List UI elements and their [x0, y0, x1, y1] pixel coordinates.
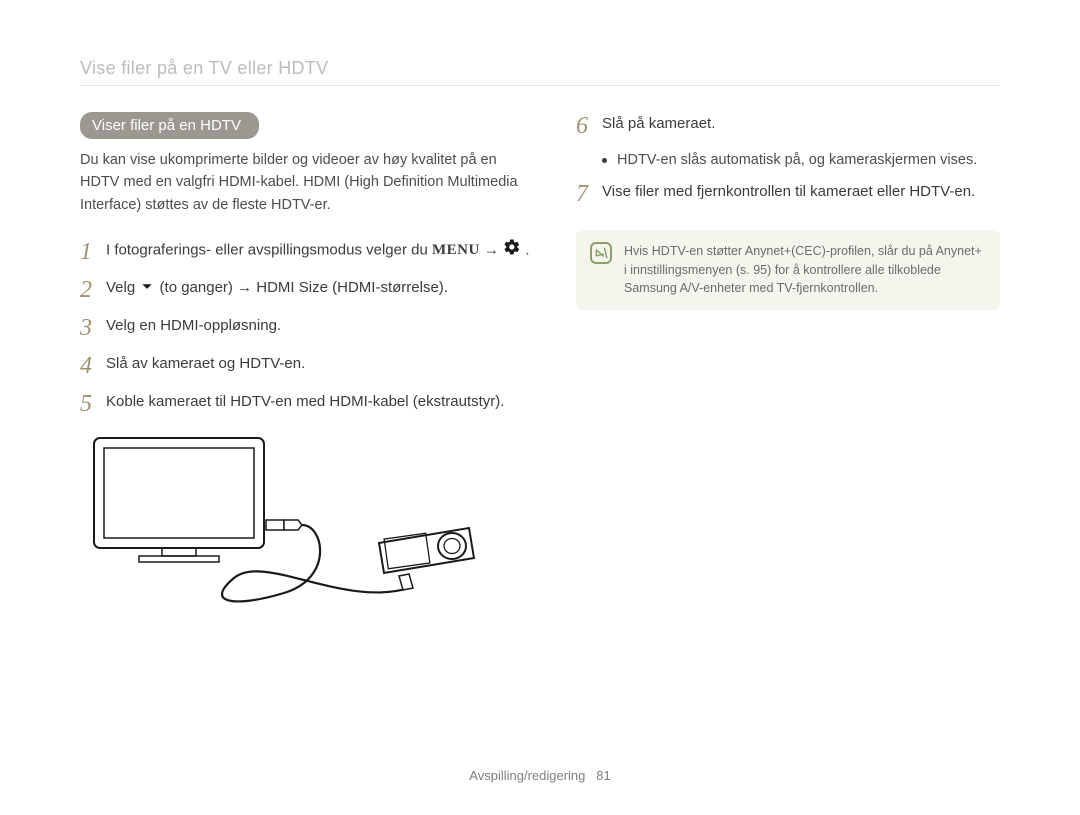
info-note-icon	[590, 242, 612, 264]
step-number: 2	[80, 276, 106, 302]
settings-gear-icon	[503, 238, 521, 263]
step-number: 1	[80, 238, 106, 264]
right-column: 6 Slå på kameraet. HDTV-en slås automati…	[576, 112, 1000, 623]
section-title-pill: Viser ﬁler på en HDTV	[80, 112, 259, 139]
step-body: Vise filer med fjernkontrollen til kamer…	[602, 180, 975, 203]
step-number: 5	[80, 390, 106, 416]
bullet-text: HDTV-en slås automatisk på, og kameraskj…	[617, 150, 977, 172]
breadcrumb: Vise filer på en TV eller HDTV	[80, 58, 1000, 79]
left-column: Viser ﬁler på en HDTV Du kan vise ukompr…	[80, 112, 536, 623]
content-columns: Viser ﬁler på en HDTV Du kan vise ukompr…	[80, 112, 1000, 623]
step-6-bullet: HDTV-en slås automatisk på, og kameraskj…	[602, 150, 1000, 172]
step-body: I fotograferings- eller avspillingsmodus…	[106, 238, 530, 263]
step-body: Koble kameraet til HDTV-en med HDMI-kabe…	[106, 390, 504, 413]
step-body: Slå på kameraet.	[602, 112, 715, 135]
step-body: Velg en HDMI-oppløsning.	[106, 314, 281, 337]
note-text: Hvis HDTV-en støtter Anynet+(CEC)-profil…	[624, 242, 986, 298]
header-divider	[80, 85, 1000, 86]
footer-page-number: 81	[596, 768, 610, 783]
menu-icon: MENU	[432, 239, 480, 262]
step-body: Velg (to ganger) → HDMI Size (HDMI-størr…	[106, 276, 448, 300]
intro-paragraph: Du kan vise ukomprimerte bilder og video…	[80, 149, 536, 216]
step-number: 6	[576, 112, 602, 138]
step-4: 4 Slå av kameraet og HDTV-en.	[80, 352, 536, 378]
step-7: 7 Vise filer med fjernkontrollen til kam…	[576, 180, 1000, 206]
step-1: 1 I fotograferings- eller avspillingsmod…	[80, 238, 536, 264]
step-body: Slå av kameraet og HDTV-en.	[106, 352, 305, 375]
step-2: 2 Velg (to ganger) → HDMI Size (HDMI-stø…	[80, 276, 536, 302]
connection-illustration	[84, 428, 536, 623]
step-6: 6 Slå på kameraet.	[576, 112, 1000, 138]
step-number: 3	[80, 314, 106, 340]
step-number: 7	[576, 180, 602, 206]
bullet-icon	[602, 158, 607, 163]
chevron-down-icon	[139, 277, 155, 300]
step-number: 4	[80, 352, 106, 378]
step-5: 5 Koble kameraet til HDTV-en med HDMI-ka…	[80, 390, 536, 416]
note-box: Hvis HDTV-en støtter Anynet+(CEC)-profil…	[576, 230, 1000, 310]
footer-section-label: Avspilling/redigering	[469, 768, 585, 783]
step-3: 3 Velg en HDMI-oppløsning.	[80, 314, 536, 340]
page-footer: Avspilling/redigering 81	[0, 768, 1080, 783]
